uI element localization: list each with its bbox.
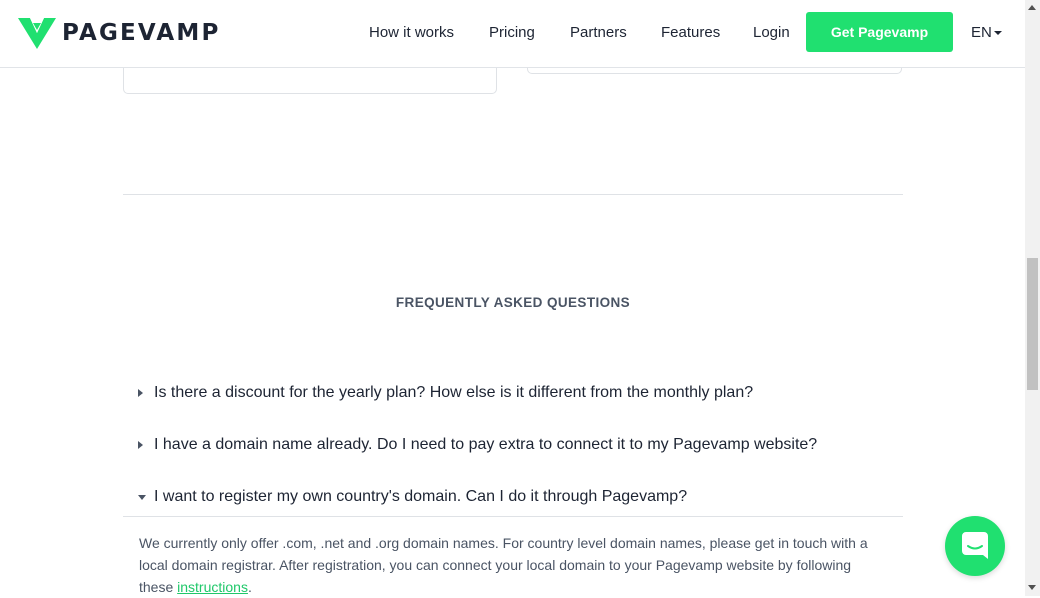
page-scrollbar[interactable] (1025, 0, 1040, 596)
faq-question: Is there a discount for the yearly plan?… (154, 384, 754, 401)
chat-launcher-button[interactable] (945, 516, 1005, 576)
faq-answer-end: . (247, 579, 252, 595)
caret-down-icon (993, 31, 1002, 35)
language-selector[interactable]: EN (971, 24, 1002, 41)
logo-wordmark: PAGEVAMP (62, 20, 221, 46)
faq-question: I have a domain name already. Do I need … (154, 436, 818, 453)
nav-features[interactable]: Features (661, 24, 720, 41)
faq-heading: FREQUENTLY ASKED QUESTIONS (395, 295, 631, 310)
faq-item-country-domain[interactable]: I want to register my own country's doma… (123, 477, 903, 517)
scroll-up-arrow-icon[interactable] (1028, 5, 1036, 10)
caret-down-icon (138, 494, 146, 500)
faq-question: I want to register my own country's doma… (154, 488, 688, 505)
site-header: PAGEVAMP How it works Pricing Partners F… (0, 0, 1025, 68)
nav-pricing[interactable]: Pricing (489, 24, 535, 41)
scroll-down-arrow-icon[interactable] (1028, 585, 1036, 590)
nav-how-it-works[interactable]: How it works (369, 24, 454, 41)
language-label: EN (971, 24, 992, 41)
faq-answer-divider (123, 516, 903, 517)
chat-bubble-icon (962, 532, 988, 559)
scrollbar-thumb[interactable] (1027, 258, 1038, 390)
nav-login[interactable]: Login (753, 24, 790, 41)
caret-right-icon (138, 441, 143, 449)
nav-partners[interactable]: Partners (570, 24, 627, 41)
faq-item-domain-connect[interactable]: I have a domain name already. Do I need … (123, 425, 903, 465)
faq-item-yearly-discount[interactable]: Is there a discount for the yearly plan?… (123, 373, 903, 413)
faq-answer: We currently only offer .com, .net and .… (139, 532, 889, 598)
section-divider (123, 194, 903, 195)
brand-logo[interactable]: PAGEVAMP (18, 17, 221, 49)
get-pagevamp-button[interactable]: Get Pagevamp (806, 12, 953, 52)
pagevamp-logo-icon (18, 18, 56, 49)
instructions-link[interactable]: instructions (177, 579, 248, 595)
caret-right-icon (138, 389, 143, 397)
